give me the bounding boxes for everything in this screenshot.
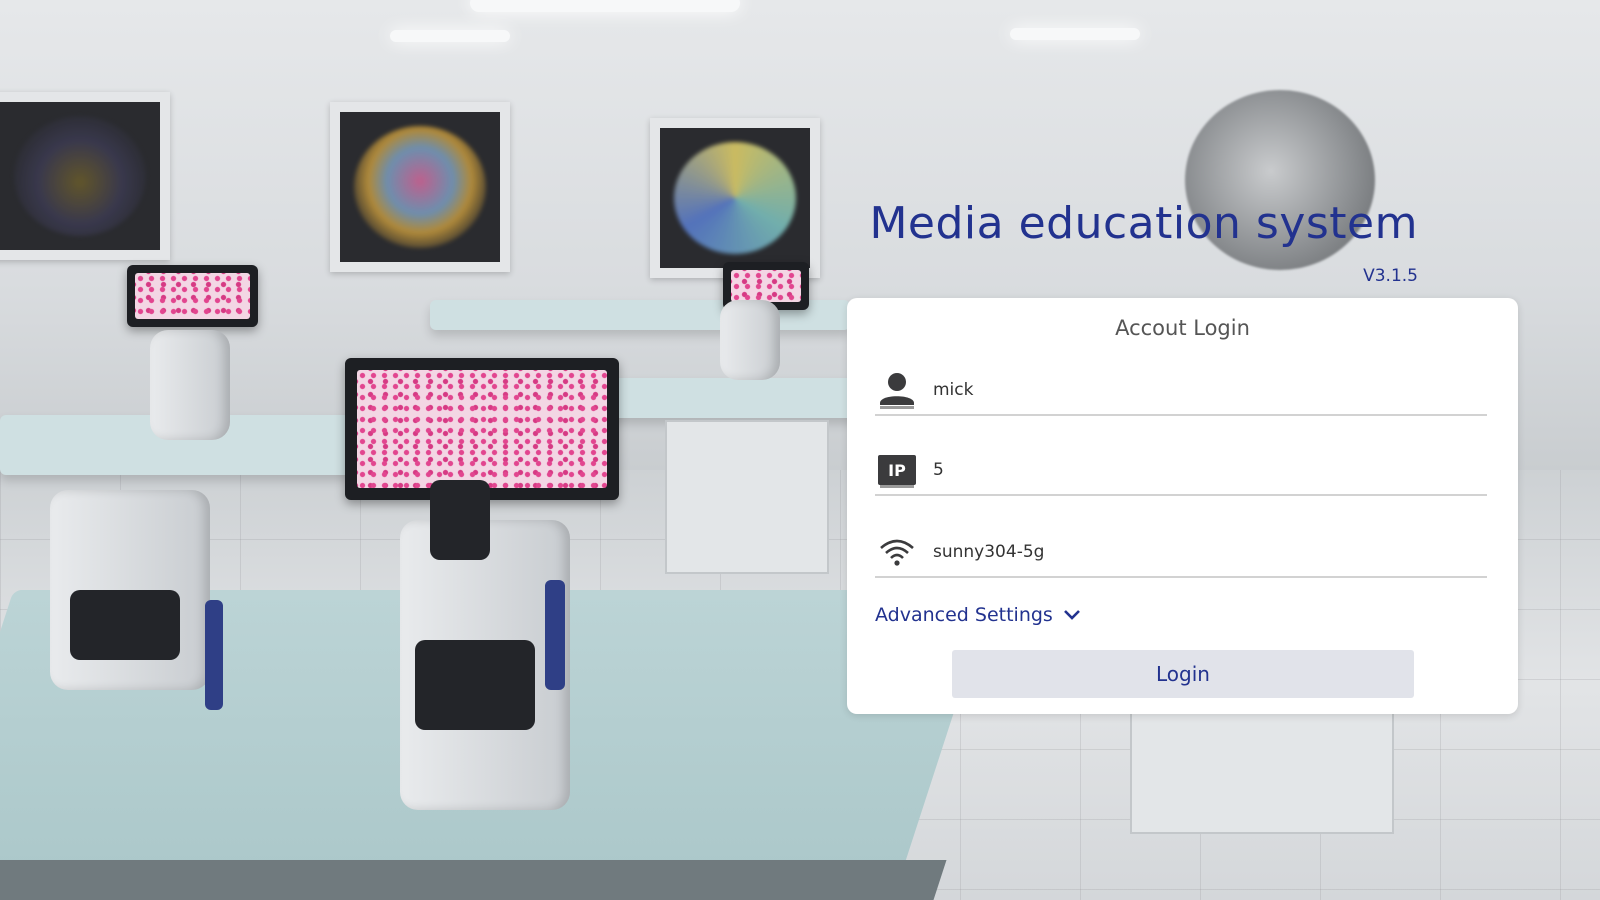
ip-input[interactable] [933,460,1473,480]
bg-microscope [150,330,230,440]
username-input[interactable] [933,380,1473,400]
bg-microscope-part [205,600,223,710]
ip-badge-icon: IP [877,450,917,490]
ip-badge-text: IP [878,455,916,485]
bg-monitor [345,358,619,500]
bg-cabinet [1130,710,1394,834]
username-field[interactable] [875,368,1487,416]
app-version: V3.1.5 [1363,266,1418,286]
wifi-field[interactable] [875,530,1487,578]
bg-ceiling-light [390,30,510,42]
login-button[interactable]: Login [952,650,1414,698]
bg-poster [650,118,820,278]
ip-field[interactable]: IP [875,448,1487,496]
bg-microscope [720,300,780,380]
bg-ceiling-light [470,0,740,12]
bg-monitor [127,265,258,327]
bg-microscope-part [430,480,490,560]
bg-bench [580,378,860,418]
chevron-down-icon [1063,609,1081,621]
login-card-title: Accout Login [1115,316,1250,340]
bg-table-edge [0,860,947,900]
wifi-icon [877,532,917,572]
advanced-settings-toggle[interactable]: Advanced Settings [875,604,1081,626]
bg-cabinet [665,420,829,574]
bg-poster [0,92,170,260]
user-icon [877,370,917,410]
bg-poster [330,102,510,272]
login-card: Accout Login IP [847,298,1518,714]
login-screen: Media education system V3.1.5 Accout Log… [0,0,1600,900]
bg-ceiling-light [1010,28,1140,40]
bg-microscope-part [70,590,180,660]
bg-microscope-part [415,640,535,730]
app-title: Media education system [869,198,1418,249]
bg-microscope-part [545,580,565,690]
wifi-input[interactable] [933,542,1473,562]
advanced-settings-label: Advanced Settings [875,604,1053,626]
